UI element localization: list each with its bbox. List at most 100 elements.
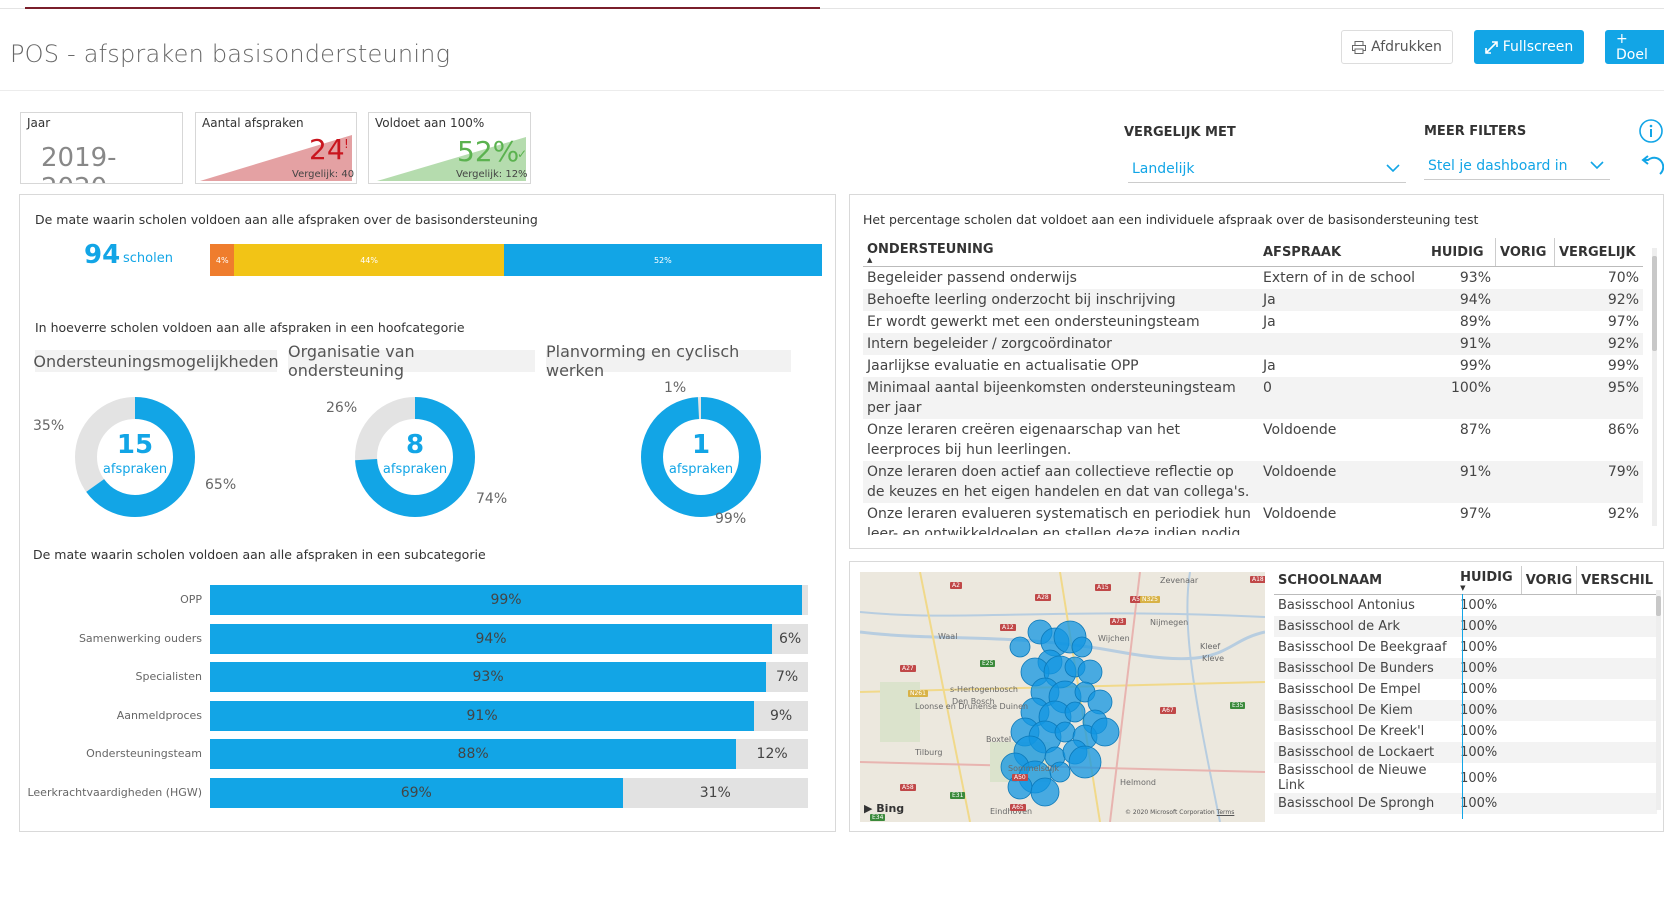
table-row[interactable]: Basisschool de Nieuwe Link 100% — [1274, 763, 1657, 793]
detail-table-viewport[interactable]: ONDERSTEUNING ▲ AFSPRAAK HUIDIG VORIG VER… — [863, 238, 1648, 535]
compare-select[interactable]: Landelijk — [1128, 155, 1406, 183]
subcategory-bar[interactable]: 99% — [210, 585, 808, 615]
table-row[interactable]: Onze leraren evalueren systematisch en p… — [863, 503, 1643, 535]
table-row[interactable]: Basisschool De Kiem 100% — [1274, 700, 1657, 721]
add-goal-button[interactable]: + Doel — [1605, 30, 1664, 64]
table-cell — [1577, 637, 1657, 658]
print-button[interactable]: Afdrukken — [1341, 30, 1453, 64]
category-tab-1[interactable]: Ondersteuningsmogelijkheden — [33, 350, 279, 372]
col-vorig[interactable]: VORIG — [1495, 238, 1555, 267]
table-cell — [1577, 721, 1657, 742]
map-road-shield: E35 — [1230, 702, 1246, 709]
table-row[interactable]: Jaarlijkse evaluatie en actualisatie OPP… — [863, 355, 1643, 377]
map-road-shield: E25 — [980, 660, 996, 667]
compare-label: VERGELIJK MET — [1124, 125, 1236, 140]
category-tab-2[interactable]: Organisatie van ondersteuning — [288, 342, 535, 380]
schools-scrollbar[interactable] — [1656, 590, 1661, 810]
table-cell — [1521, 721, 1576, 742]
undo-icon[interactable] — [1640, 154, 1664, 178]
table-row[interactable]: Basisschool De Kreek'l 100% — [1274, 721, 1657, 742]
map-road-shield: A12 — [1000, 624, 1016, 631]
table-cell — [1259, 333, 1427, 355]
fullscreen-label: Fullscreen — [1502, 39, 1574, 55]
col-vergelijk[interactable]: VERGELIJK — [1554, 238, 1643, 267]
table-row[interactable]: Basisschool de Lockaert 100% — [1274, 742, 1657, 763]
table-row[interactable]: Basisschool De Empel 100% — [1274, 679, 1657, 700]
map-road-shield: A67 — [1160, 707, 1176, 714]
map-terms-link[interactable]: Terms — [1217, 809, 1235, 816]
table-cell: Basisschool De Empel — [1278, 682, 1421, 697]
map-road-shield: A28 — [1035, 594, 1051, 601]
table-cell: Behoefte leerling onderzocht bij inschri… — [863, 289, 1259, 311]
table-row[interactable]: Begeleider passend onderwijs Extern of in… — [863, 267, 1643, 290]
subcategory-bar[interactable]: 94% 6% — [210, 623, 808, 654]
donut-1-not-label: 35% — [33, 418, 65, 434]
col-huidig[interactable]: HUIDIG — [1427, 238, 1496, 267]
top-accent-line — [25, 7, 820, 9]
table-row[interactable]: Basisschool De Beekgraaf 100% — [1274, 637, 1657, 658]
map-road-shield: A73 — [1110, 618, 1126, 625]
map-road-shield: A18 — [1250, 576, 1265, 583]
table-cell: 91% — [1427, 461, 1496, 503]
table-cell: 79% — [1554, 461, 1643, 503]
more-filters-select[interactable]: Stel je dashboard in — [1424, 152, 1610, 180]
subcategory-bar[interactable]: 69% 31% — [210, 777, 808, 808]
map-road-shield: E34 — [870, 814, 886, 821]
schools-count: 94 — [84, 240, 121, 270]
table-cell: 92% — [1554, 333, 1643, 355]
detail-scrollbar[interactable] — [1652, 248, 1657, 526]
detail-table: ONDERSTEUNING ▲ AFSPRAAK HUIDIG VORIG VER… — [863, 238, 1643, 535]
table-cell — [1521, 742, 1577, 763]
add-goal-label: + Doel — [1616, 31, 1648, 63]
table-row[interactable]: Basisschool De Sprongh 100% — [1274, 793, 1657, 814]
donut-3-meet-label: 99% — [715, 511, 747, 527]
map-road-shield: A58 — [900, 784, 916, 791]
table-row[interactable]: Intern begeleider / zorgcoördinator 91% 92… — [863, 333, 1643, 355]
table-row[interactable]: Minimaal aantal bijeenkomsten ondersteun… — [863, 377, 1643, 419]
expand-icon — [1484, 40, 1498, 54]
table-row[interactable]: Behoefte leerling onderzocht bij inschri… — [863, 289, 1643, 311]
table-cell: Basisschool De Kreek'l — [1278, 724, 1425, 739]
col-verschil[interactable]: VERSCHIL — [1576, 566, 1657, 595]
subcategory-bar[interactable]: 91% 9% — [210, 700, 808, 731]
col-ondersteuning[interactable]: ONDERSTEUNING ▲ — [863, 238, 1259, 267]
table-cell: 93% — [1459, 270, 1491, 286]
bar-category-label: Samenwerking ouders — [78, 631, 202, 645]
table-row[interactable]: Basisschool de Ark 100% — [1274, 616, 1657, 637]
table-cell — [1495, 461, 1555, 503]
table-cell: 99% — [1607, 358, 1639, 374]
year-card[interactable]: Jaar 2019-2020 — [20, 112, 183, 184]
school-map[interactable]: Zevenaar Nijmegen Wijchen Kleef Kleve Waal s-H… — [860, 572, 1265, 822]
more-filters-label: MEER FILTERS — [1424, 124, 1527, 139]
bar-not-meet-segment: 12% — [736, 739, 808, 769]
meets-compare: Vergelijk: 12% — [456, 169, 528, 180]
table-row[interactable]: Er wordt gewerkt met een ondersteuningst… — [863, 311, 1643, 333]
col-schoolnaam[interactable]: SCHOOLNAAM — [1274, 566, 1457, 595]
table-cell: Er wordt gewerkt met een ondersteuningst… — [867, 314, 1200, 330]
table-cell: Begeleider passend onderwijs — [867, 270, 1077, 286]
info-icon[interactable] — [1638, 118, 1664, 144]
table-row[interactable]: Basisschool De Bunders 100% — [1274, 658, 1657, 679]
col-afspraak[interactable]: AFSPRAAK — [1259, 238, 1427, 267]
printer-icon — [1352, 40, 1367, 54]
table-cell: 100% — [1460, 770, 1498, 786]
table-cell — [1576, 793, 1657, 814]
subcategory-bar[interactable]: 88% 12% — [210, 739, 808, 769]
subcategory-bar[interactable]: 93% 7% — [210, 662, 808, 692]
donut-2-meet-label: 74% — [476, 491, 508, 507]
fullscreen-button[interactable]: Fullscreen — [1474, 30, 1584, 64]
col-huidig[interactable]: HUIDIG ▼ — [1456, 566, 1522, 595]
col-vorig[interactable]: VORIG — [1520, 566, 1577, 595]
map-copyright: © 2020 Microsoft Corporation Terms — [1125, 809, 1235, 816]
donut-3-not-label: 1% — [664, 380, 687, 396]
table-row[interactable]: Onze leraren doen actief aan collectieve… — [863, 461, 1643, 503]
category-tab-3[interactable]: Planvorming en cyclisch werken — [546, 342, 791, 380]
table-cell: Voldoende — [1263, 422, 1337, 438]
donut-1-meet-label: 65% — [205, 477, 237, 493]
map-road-shield: A27 — [900, 665, 916, 672]
bar-meet-segment: 99% — [210, 585, 803, 615]
table-row[interactable]: Onze leraren creëren eigenaarschap van h… — [863, 419, 1643, 461]
map-place-label: Zevenaar — [1160, 576, 1199, 585]
map-place-label: Tilburg — [915, 748, 943, 757]
table-row[interactable]: Basisschool Antonius 100% — [1274, 595, 1657, 617]
